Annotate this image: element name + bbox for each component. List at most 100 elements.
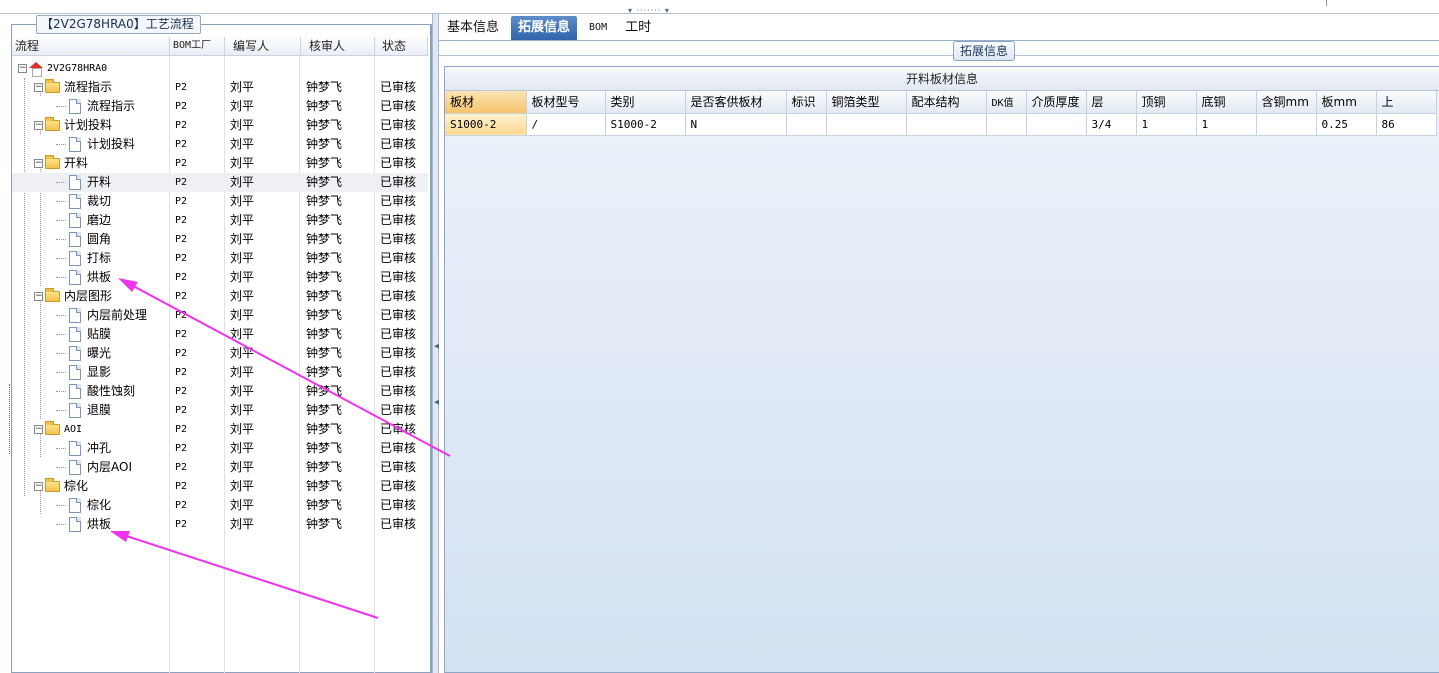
bom-cell: P2	[175, 405, 188, 416]
col-header[interactable]: 底铜	[1196, 91, 1257, 114]
col-header[interactable]: 配本结构	[906, 91, 987, 114]
tree-leaf-row[interactable]: 圆角 P2 刘平 钟梦飞 已审核	[12, 230, 428, 249]
tree-node-label: 曝光	[87, 346, 112, 360]
table-cell[interactable]	[826, 113, 907, 136]
writer-cell: 刘平	[230, 118, 255, 132]
folder-icon	[45, 478, 60, 492]
col-header[interactable]: 顶铜	[1136, 91, 1197, 114]
table-cell[interactable]	[786, 113, 827, 136]
col-header[interactable]: 板材	[445, 91, 527, 114]
writer-cell: 刘平	[230, 99, 255, 113]
tree-group-row[interactable]: − 内层图形 P2 刘平 钟梦飞 已审核	[12, 287, 428, 306]
col-header[interactable]: 板材型号	[526, 91, 606, 114]
document-icon	[69, 460, 81, 475]
table-cell[interactable]: 1	[1136, 113, 1197, 136]
collapse-toggle[interactable]: −	[34, 83, 43, 92]
tree-leaf-row[interactable]: 冲孔 P2 刘平 钟梦飞 已审核	[12, 439, 428, 458]
tree-leaf-row-selected[interactable]: 开料 P2 刘平 钟梦飞 已审核	[12, 173, 428, 192]
tree-leaf-row[interactable]: 贴膜 P2 刘平 钟梦飞 已审核	[12, 325, 428, 344]
tree-leaf-row[interactable]: 烘板 P2 刘平 钟梦飞 已审核	[12, 515, 428, 534]
writer-cell: 刘平	[230, 175, 255, 189]
tree-leaf-row[interactable]: 计划投料 P2 刘平 钟梦飞 已审核	[12, 135, 428, 154]
col-header[interactable]: 类别	[605, 91, 686, 114]
tree-group-row[interactable]: − AOI P2 刘平 钟梦飞 已审核	[12, 420, 428, 439]
tree-leaf-row[interactable]: 磨边 P2 刘平 钟梦飞 已审核	[12, 211, 428, 230]
tree-root[interactable]: − 2V2G78HRA0	[12, 59, 428, 78]
col-header[interactable]: 含铜mm	[1256, 91, 1317, 114]
col-header[interactable]: DK值	[986, 91, 1027, 114]
col-header[interactable]: 板mm	[1316, 91, 1377, 114]
col-header[interactable]: 是否客供板材	[685, 91, 787, 114]
collapse-toggle[interactable]: −	[34, 121, 43, 130]
tree-leaf-row[interactable]: 棕化 P2 刘平 钟梦飞 已审核	[12, 496, 428, 515]
collapse-toggle[interactable]: −	[34, 425, 43, 434]
tree-node-label: 计划投料	[64, 118, 113, 132]
table-cell[interactable]: S1000-2	[445, 113, 527, 136]
table-cell[interactable]: N	[685, 113, 787, 136]
collapse-toggle[interactable]: −	[34, 159, 43, 168]
tree-leaf-row[interactable]: 退膜 P2 刘平 钟梦飞 已审核	[12, 401, 428, 420]
tree-line	[56, 505, 66, 506]
tree-leaf-row[interactable]: 显影 P2 刘平 钟梦飞 已审核	[12, 363, 428, 382]
col-header[interactable]: 层	[1086, 91, 1137, 114]
tree-leaf-row[interactable]: 烘板 P2 刘平 钟梦飞 已审核	[12, 268, 428, 287]
status-cell: 已审核	[380, 137, 417, 151]
tree-group-row[interactable]: − 开料 P2 刘平 钟梦飞 已审核	[12, 154, 428, 173]
collapse-toggle[interactable]: −	[18, 64, 27, 73]
col-header-bom-factory[interactable]: BOM工厂	[170, 37, 225, 56]
tree-node-label: 裁切	[87, 194, 112, 208]
table-cell[interactable]	[906, 113, 987, 136]
tree-group-row[interactable]: − 流程指示 P2 刘平 钟梦飞 已审核	[12, 78, 428, 97]
tree-line	[56, 277, 66, 278]
vertical-splitter[interactable]: ◀ ◀	[432, 14, 439, 673]
tree-node-label: 冲孔	[87, 441, 112, 455]
tree-leaf-row[interactable]: 曝光 P2 刘平 钟梦飞 已审核	[12, 344, 428, 363]
tab-bom[interactable]: BOM	[583, 16, 613, 40]
col-header-writer[interactable]: 编写人	[225, 37, 301, 56]
status-cell: 已审核	[380, 80, 417, 94]
table-cell[interactable]: 0.25	[1316, 113, 1377, 136]
left-collapse-edge[interactable]	[0, 34, 11, 673]
tree-group-row[interactable]: − 棕化 P2 刘平 钟梦飞 已审核	[12, 477, 428, 496]
table-cell[interactable]: /	[526, 113, 606, 136]
table-cell[interactable]	[1256, 113, 1317, 136]
table-cell[interactable]	[986, 113, 1027, 136]
tab-work-hours[interactable]: 工时	[619, 16, 657, 40]
col-header[interactable]: 标识	[786, 91, 827, 114]
col-header[interactable]: 介质厚度	[1026, 91, 1087, 114]
tab-extended-info[interactable]: 拓展信息	[511, 16, 578, 40]
status-cell: 已审核	[380, 517, 417, 531]
col-header-process[interactable]: 流程	[12, 37, 170, 56]
tree-group-row[interactable]: − 计划投料 P2 刘平 钟梦飞 已审核	[12, 116, 428, 135]
tree-leaf-row[interactable]: 流程指示 P2 刘平 钟梦飞 已审核	[12, 97, 428, 116]
status-cell: 已审核	[380, 156, 417, 170]
table-cell[interactable]: S1000-2	[605, 113, 686, 136]
sub-tab-extended-info[interactable]: 拓展信息	[953, 41, 1016, 61]
tree-leaf-row[interactable]: 内层前处理 P2 刘平 钟梦飞 已审核	[12, 306, 428, 325]
col-header[interactable]: 铜箔类型	[826, 91, 907, 114]
sub-tab-line	[439, 55, 1439, 56]
writer-cell: 刘平	[230, 232, 255, 246]
collapse-toggle[interactable]: −	[34, 482, 43, 491]
col-header[interactable]: 上	[1376, 91, 1437, 114]
writer-cell: 刘平	[230, 213, 255, 227]
col-header-status[interactable]: 状态	[375, 37, 428, 56]
tree-leaf-row[interactable]: 打标 P2 刘平 钟梦飞 已审核	[12, 249, 428, 268]
col-header-reviewer[interactable]: 核审人	[301, 37, 375, 56]
tab-basic-info[interactable]: 基本信息	[441, 16, 505, 40]
bom-cell: P2	[175, 367, 188, 378]
top-strip	[0, 0, 1439, 14]
tree-node-label: 内层AOI	[87, 460, 132, 474]
table-cell[interactable]: 1	[1196, 113, 1257, 136]
table-cell[interactable]	[1026, 113, 1087, 136]
writer-cell: 刘平	[230, 403, 255, 417]
table-cell[interactable]: 3/4	[1086, 113, 1137, 136]
tree-leaf-row[interactable]: 内层AOI P2 刘平 钟梦飞 已审核	[12, 458, 428, 477]
table-row[interactable]: S1000-2 / S1000-2 N 3/4 1 1 0.25 86	[445, 113, 1437, 136]
tree-leaf-row[interactable]: 酸性蚀刻 P2 刘平 钟梦飞 已审核	[12, 382, 428, 401]
collapse-toggle[interactable]: −	[34, 292, 43, 301]
tree-leaf-row[interactable]: 裁切 P2 刘平 钟梦飞 已审核	[12, 192, 428, 211]
table-cell[interactable]: 86	[1376, 113, 1437, 136]
reviewer-cell: 钟梦飞	[306, 80, 343, 94]
tree-line	[56, 201, 66, 202]
